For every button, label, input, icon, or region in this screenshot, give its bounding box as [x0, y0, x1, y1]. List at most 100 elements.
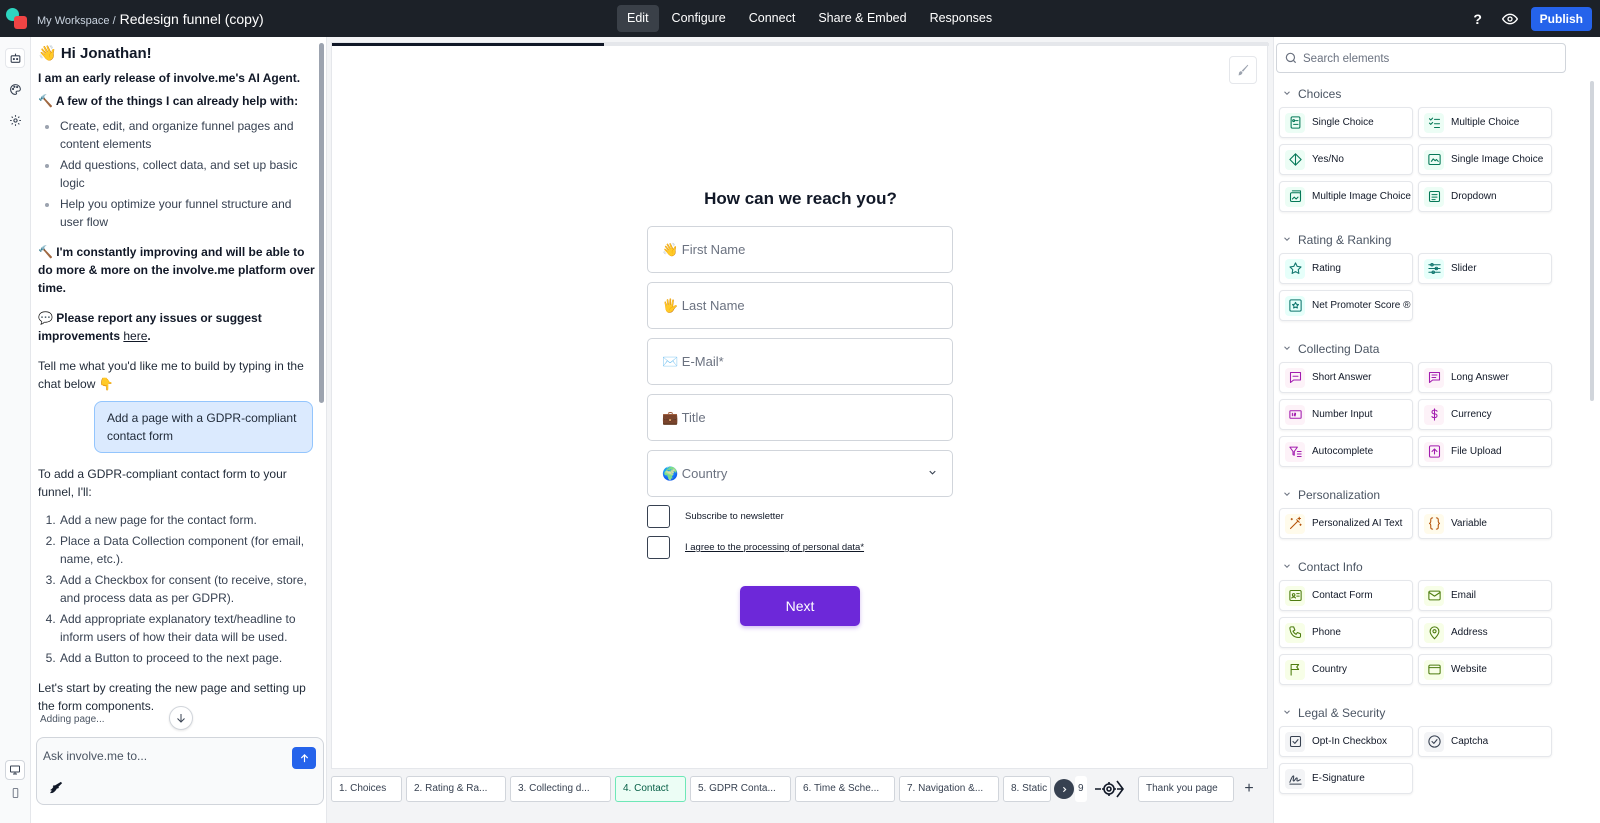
element-variable[interactable]: Variable — [1418, 508, 1552, 539]
design-brush-button[interactable] — [1229, 56, 1257, 84]
autocomplete-icon — [1285, 441, 1305, 462]
element-captcha[interactable]: Captcha — [1418, 726, 1552, 757]
element-e-signature[interactable]: E-Signature — [1279, 763, 1413, 794]
group-header-personalization[interactable]: Personalization — [1282, 488, 1380, 502]
element-currency[interactable]: Currency — [1418, 399, 1552, 430]
multiple-choice-icon — [1424, 112, 1444, 133]
element-email[interactable]: Email — [1418, 580, 1552, 611]
palette-icon[interactable] — [5, 79, 25, 99]
scroll-down-button[interactable] — [169, 706, 193, 730]
element-rating[interactable]: Rating — [1279, 253, 1413, 284]
element-country[interactable]: Country — [1279, 654, 1413, 685]
element-label: Website — [1451, 664, 1487, 675]
last-name-field[interactable]: 🖐 Last Name — [647, 282, 953, 329]
group-header-choices[interactable]: Choices — [1282, 87, 1341, 101]
nav-share-embed[interactable]: Share & Embed — [808, 5, 916, 32]
nps-star-icon — [1285, 295, 1305, 316]
tabs-scroll-right-button[interactable] — [1054, 779, 1074, 799]
element-phone[interactable]: Phone — [1279, 617, 1413, 648]
preview-eye-icon[interactable] — [1499, 8, 1521, 30]
element-long-answer[interactable]: Long Answer — [1418, 362, 1552, 393]
element-net-promoter-score[interactable]: Net Promoter Score ® — [1279, 290, 1413, 321]
group-header-contact-info[interactable]: Contact Info — [1282, 560, 1363, 574]
step-item: Add appropriate explanatory text/headlin… — [59, 610, 315, 646]
page-tab-1[interactable]: 1. Choices — [331, 776, 402, 802]
consent-checkbox[interactable] — [647, 536, 670, 559]
publish-button[interactable]: Publish — [1530, 7, 1592, 31]
element-opt-in-checkbox[interactable]: Opt-In Checkbox — [1279, 726, 1413, 757]
email-field[interactable]: ✉️ E-Mail* — [647, 338, 953, 385]
page-tab-2[interactable]: 2. Rating & Ra... — [406, 776, 506, 802]
element-autocomplete[interactable]: Autocomplete — [1279, 436, 1413, 467]
phone-icon — [1285, 622, 1305, 643]
nav-edit[interactable]: Edit — [617, 5, 659, 32]
chat-scrollbar[interactable] — [319, 43, 324, 403]
logic-gear-icon[interactable] — [1093, 776, 1125, 802]
page-tab-6[interactable]: 6. Time & Sche... — [795, 776, 895, 802]
clear-chat-broom-icon[interactable] — [46, 777, 66, 797]
page-tab-5[interactable]: 5. GDPR Conta... — [690, 776, 791, 802]
help-icon[interactable]: ? — [1467, 8, 1489, 30]
breadcrumb-workspace[interactable]: My Workspace / — [37, 15, 116, 27]
brush-icon — [1238, 64, 1249, 76]
search-elements-input[interactable]: Search elements — [1276, 43, 1566, 73]
group-header-collecting-data[interactable]: Collecting Data — [1282, 342, 1379, 356]
form-heading: How can we reach you? — [704, 189, 897, 208]
page-tab-9[interactable]: 9 — [1075, 776, 1087, 802]
group-header-legal-security[interactable]: Legal & Security — [1282, 706, 1385, 720]
element-label: Short Answer — [1312, 372, 1372, 383]
nav-connect[interactable]: Connect — [739, 5, 806, 32]
project-title[interactable]: Redesign funnel (copy) — [120, 11, 264, 27]
element-yes-no[interactable]: Yes/No — [1279, 144, 1413, 175]
settings-gear-icon[interactable] — [5, 110, 25, 130]
breadcrumb: My Workspace / Redesign funnel (copy) — [37, 11, 264, 27]
report-link[interactable]: here — [123, 329, 147, 343]
nav-responses[interactable]: Responses — [920, 5, 1003, 32]
chevron-down-icon — [1282, 560, 1292, 574]
newsletter-checkbox[interactable] — [647, 505, 670, 528]
next-button[interactable]: Next — [740, 586, 860, 626]
nav-configure[interactable]: Configure — [662, 5, 736, 32]
element-number-input[interactable]: Number Input — [1279, 399, 1413, 430]
element-single-image-choice[interactable]: Single Image Choice — [1418, 144, 1552, 175]
element-short-answer[interactable]: Short Answer — [1279, 362, 1413, 393]
page-tab-7[interactable]: 7. Navigation &... — [899, 776, 999, 802]
elements-scrollbar[interactable] — [1590, 81, 1594, 401]
page-tab-8[interactable]: 8. Static — [1003, 776, 1051, 802]
page-tab-4[interactable]: 4. Contact — [615, 776, 686, 802]
element-multiple-choice[interactable]: Multiple Choice — [1418, 107, 1552, 138]
desktop-view-icon[interactable] — [5, 760, 25, 780]
consent-label[interactable]: I agree to the processing of personal da… — [685, 542, 864, 553]
element-multiple-image-choice[interactable]: Multiple Image Choice — [1279, 181, 1413, 212]
first-name-field[interactable]: 👋 First Name — [647, 226, 953, 273]
group-header-rating-ranking[interactable]: Rating & Ranking — [1282, 233, 1391, 247]
step-item: Place a Data Collection component (for e… — [59, 532, 315, 568]
agent-status: Adding page... — [40, 714, 105, 725]
element-single-choice[interactable]: Single Choice — [1279, 107, 1413, 138]
country-select[interactable]: 🌍 Country — [647, 450, 953, 497]
file-upload-icon — [1424, 441, 1444, 462]
element-slider[interactable]: Slider — [1418, 253, 1552, 284]
thank-you-page-tab[interactable]: Thank you page — [1138, 776, 1234, 802]
step-item: Add a Button to proceed to the next page… — [59, 649, 315, 667]
element-website[interactable]: Website — [1418, 654, 1552, 685]
mobile-view-icon[interactable] — [5, 783, 25, 803]
element-personalized-ai-text[interactable]: Personalized AI Text — [1279, 508, 1413, 539]
element-label: Autocomplete — [1312, 446, 1374, 457]
title-field[interactable]: 💼 Title — [647, 394, 953, 441]
group-title: Contact Info — [1298, 560, 1363, 574]
chat-input[interactable]: Ask involve.me to... — [43, 749, 147, 763]
chat-messages[interactable]: 👋 Hi Jonathan! I am an early release of … — [31, 37, 321, 737]
send-button[interactable] — [292, 747, 316, 769]
page-tab-3[interactable]: 3. Collecting d... — [510, 776, 611, 802]
ai-agent-robot-icon[interactable] — [5, 48, 25, 68]
add-page-button[interactable]: + — [1240, 779, 1258, 799]
element-contact-form[interactable]: Contact Form — [1279, 580, 1413, 611]
element-label: File Upload — [1451, 446, 1502, 457]
element-address[interactable]: Address — [1418, 617, 1552, 648]
element-dropdown[interactable]: Dropdown — [1418, 181, 1552, 212]
app-logo[interactable] — [6, 7, 28, 30]
signature-icon — [1285, 768, 1305, 789]
element-file-upload[interactable]: File Upload — [1418, 436, 1552, 467]
top-navigation: Edit Configure Connect Share & Embed Res… — [617, 5, 1005, 32]
